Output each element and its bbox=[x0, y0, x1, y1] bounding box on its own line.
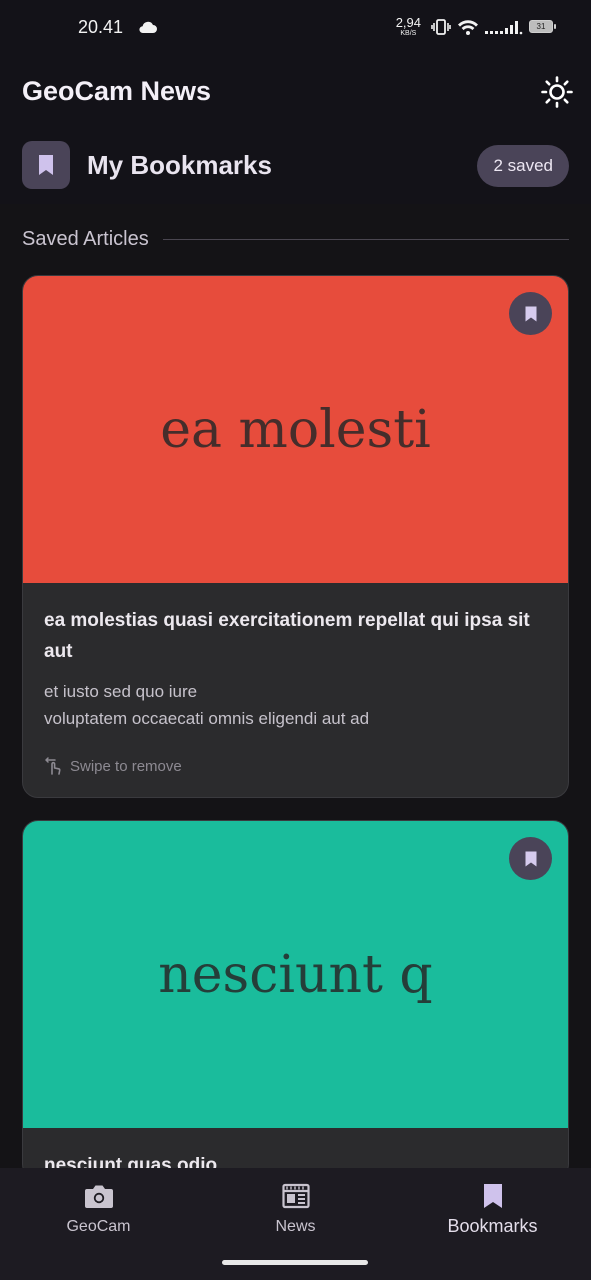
article-description-line: voluptatem occaecati omnis eligendi aut … bbox=[44, 709, 370, 728]
nav-item-bookmarks[interactable]: Bookmarks bbox=[394, 1168, 591, 1258]
article-title: ea molestias quasi exercitationem repell… bbox=[44, 610, 530, 662]
article-image-text: ea molesti bbox=[160, 399, 431, 460]
remove-bookmark-button[interactable] bbox=[509, 292, 552, 335]
battery-icon: 31 bbox=[529, 20, 556, 33]
section-label: Saved Articles bbox=[22, 227, 149, 250]
section-divider bbox=[162, 238, 569, 240]
nav-item-label: News bbox=[275, 1218, 316, 1235]
article-description-line: et iusto sed quo iure bbox=[44, 682, 198, 701]
status-bar: 20.41 2,94 KB/S 31 bbox=[0, 0, 591, 56]
nav-item-geocam[interactable]: GeoCam bbox=[0, 1168, 197, 1258]
wifi-icon bbox=[458, 19, 478, 35]
bookmarks-header: My Bookmarks 2 saved bbox=[0, 126, 591, 204]
remove-bookmark-button[interactable] bbox=[509, 837, 552, 880]
sun-icon[interactable] bbox=[541, 76, 573, 108]
status-time: 20.41 bbox=[78, 17, 124, 37]
camera-icon bbox=[84, 1185, 113, 1208]
article-image-text: nesciunt q bbox=[158, 944, 433, 1005]
network-speed-value: 2,94 bbox=[395, 15, 421, 30]
app-title: GeoCam News bbox=[22, 76, 212, 106]
bookmark-icon bbox=[39, 155, 53, 175]
bottom-navigation: GeoCam News Bookmarks bbox=[0, 1168, 591, 1280]
bookmarks-header-icon-box bbox=[22, 141, 70, 189]
article-image: ea molesti bbox=[23, 276, 568, 583]
newspaper-icon bbox=[281, 1183, 310, 1209]
nav-item-label: GeoCam bbox=[66, 1218, 131, 1235]
swipe-gesture-icon bbox=[45, 757, 61, 775]
bookmark-icon bbox=[525, 306, 536, 321]
network-speed-unit: KB/S bbox=[400, 30, 417, 37]
article-body: ea molestias quasi exercitationem repell… bbox=[23, 583, 568, 776]
article-card[interactable]: ea molesti ea molestias quasi exercitati… bbox=[22, 275, 569, 798]
home-indicator[interactable] bbox=[222, 1260, 368, 1265]
article-description: et iusto sed quo iure voluptatem occaeca… bbox=[44, 678, 547, 732]
vibrate-icon bbox=[431, 18, 451, 35]
battery-level: 31 bbox=[536, 22, 546, 31]
swipe-hint: Swipe to remove bbox=[44, 756, 547, 776]
bookmark-icon bbox=[525, 851, 536, 866]
article-image: nesciunt q bbox=[23, 821, 568, 1128]
bookmarks-title: My Bookmarks bbox=[87, 150, 272, 180]
cloud-icon bbox=[139, 21, 157, 34]
nav-item-news[interactable]: News bbox=[197, 1168, 394, 1258]
signal-icon bbox=[485, 20, 523, 34]
saved-count-badge: 2 saved bbox=[477, 145, 569, 187]
nav-item-label: Bookmarks bbox=[447, 1216, 538, 1236]
network-speed: 2,94 KB/S bbox=[396, 16, 421, 37]
saved-articles-section-header: Saved Articles bbox=[22, 226, 569, 252]
article-card[interactable]: nesciunt q nesciunt quas odio bbox=[22, 820, 569, 1180]
swipe-hint-text: Swipe to remove bbox=[70, 757, 182, 775]
app-bar: GeoCam News bbox=[0, 56, 591, 126]
bookmark-icon bbox=[483, 1184, 502, 1208]
status-icons: 2,94 KB/S 31 bbox=[396, 16, 556, 37]
